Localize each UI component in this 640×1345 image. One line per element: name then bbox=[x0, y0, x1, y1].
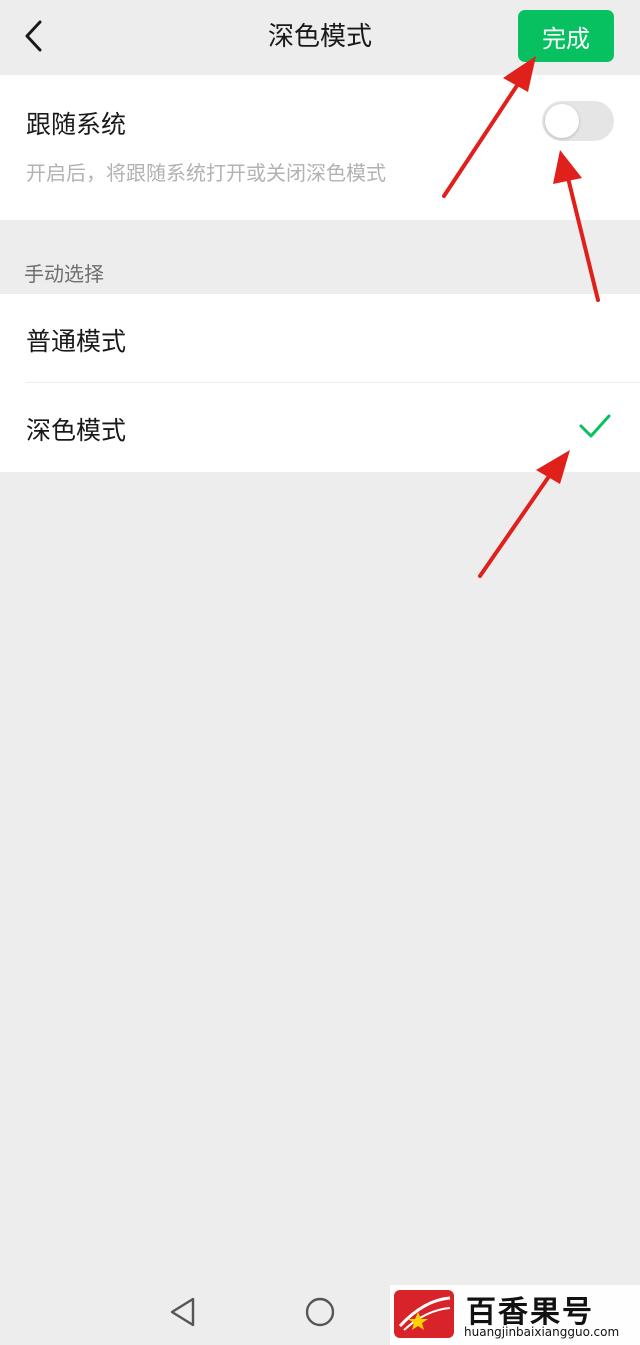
option-label: 普通模式 bbox=[26, 327, 127, 356]
watermark-logo-icon bbox=[394, 1290, 454, 1338]
follow-system-card: 跟随系统 开启后，将跟随系统打开或关闭深色模式 bbox=[0, 75, 640, 220]
watermark: 百香果号 huangjinbaixiangguo.com bbox=[390, 1285, 640, 1345]
circle-home-icon[interactable] bbox=[304, 1296, 336, 1328]
mode-options-list: 普通模式 深色模式 bbox=[0, 294, 640, 472]
follow-system-title: 跟随系统 bbox=[26, 110, 127, 139]
triangle-back-icon[interactable] bbox=[168, 1296, 198, 1328]
watermark-url: huangjinbaixiangguo.com bbox=[464, 1325, 620, 1339]
done-button[interactable]: 完成 bbox=[518, 10, 614, 62]
option-label: 深色模式 bbox=[26, 416, 127, 445]
top-bar: 深色模式 完成 bbox=[0, 0, 640, 74]
option-normal-mode[interactable]: 普通模式 bbox=[0, 294, 640, 383]
manual-section-label: 手动选择 bbox=[24, 262, 104, 286]
follow-system-description: 开启后，将跟随系统打开或关闭深色模式 bbox=[26, 161, 386, 185]
option-dark-mode[interactable]: 深色模式 bbox=[0, 383, 640, 472]
follow-system-toggle[interactable] bbox=[542, 101, 614, 141]
toggle-knob bbox=[545, 104, 579, 138]
checkmark-icon bbox=[579, 414, 611, 438]
